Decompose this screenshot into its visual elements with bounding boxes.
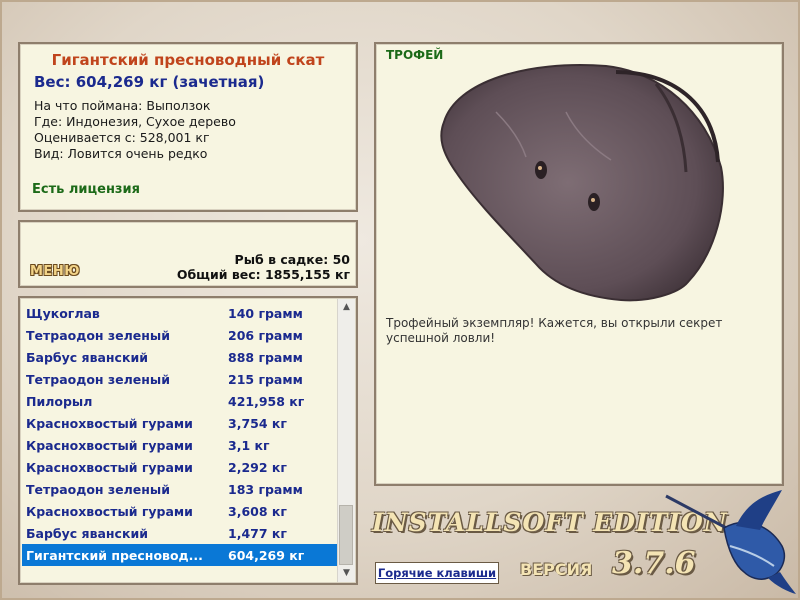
catch-item-name: Тетраодон зеленый (26, 327, 170, 343)
fish-valued: Оценивается с: 528,001 кг (34, 130, 210, 145)
catch-item-weight: 2,292 кг (228, 459, 287, 475)
menu-button[interactable]: МЕНЮ (30, 264, 80, 279)
catch-item-weight: 215 грамм (228, 371, 303, 387)
catch-list-item[interactable]: Тетраодон зеленый 206 грамм (22, 324, 340, 346)
catch-list-item[interactable]: Краснохвостый гурами 3,608 кг (22, 500, 340, 522)
catch-item-name: Краснохвостый гурами (26, 415, 193, 431)
total-weight: Общий вес: 1855,155 кг (176, 267, 350, 282)
hotkeys-button[interactable]: Горячие клавиши (375, 562, 499, 584)
catch-list-item[interactable]: Щукоглав 140 грамм (22, 302, 340, 324)
scroll-up-icon[interactable]: ▲ (338, 299, 355, 316)
catch-item-weight: 3,754 кг (228, 415, 287, 431)
license-status: Есть лицензия (32, 182, 140, 197)
fish-weight: Вес: 604,269 кг (зачетная) (34, 73, 265, 91)
catch-list-item[interactable]: Краснохвостый гурами 2,292 кг (22, 456, 340, 478)
catch-item-weight: 421,958 кг (228, 393, 305, 409)
catch-item-name: Пилорыл (26, 393, 93, 409)
catch-item-weight: 604,269 кг (228, 547, 305, 563)
stats-panel: МЕНЮ Рыб в садке: 50 Общий вес: 1855,155… (18, 220, 358, 288)
catch-list[interactable]: Щукоглав 140 грамм Тетраодон зеленый 206 гр… (22, 302, 340, 566)
trophy-description: Трофейный экземпляр! Кажется, вы открыли… (386, 316, 723, 345)
catch-list-item[interactable]: Барбус яванский 1,477 кг (22, 522, 340, 544)
catch-item-name: Краснохвостый гурами (26, 503, 193, 519)
stingray-image (440, 64, 724, 302)
catch-list-item[interactable]: Гигантский пресновод... 604,269 кг (22, 544, 340, 566)
version-label: ВЕРСИЯ (520, 560, 593, 579)
fish-info-panel: Гигантский пресноводный скат Вес: 604,26… (18, 42, 358, 212)
catch-item-name: Гигантский пресновод... (26, 547, 203, 563)
catch-list-item[interactable]: Тетраодон зеленый 183 грамм (22, 478, 340, 500)
catch-item-weight: 140 грамм (228, 305, 303, 321)
catch-item-weight: 888 грамм (228, 349, 303, 365)
fish-bait: На что поймана: Выползок (34, 98, 211, 113)
catch-list-item[interactable]: Пилорыл 421,958 кг (22, 390, 340, 412)
catch-list-scrollbar[interactable]: ▲ ▼ (337, 299, 355, 582)
catch-item-name: Краснохвостый гурами (26, 459, 193, 475)
fish-place: Где: Индонезия, Сухое дерево (34, 114, 236, 129)
fish-count: Рыб в садке: 50 (234, 252, 350, 267)
catch-item-weight: 1,477 кг (228, 525, 287, 541)
catch-item-name: Барбус яванский (26, 349, 148, 365)
fish-title: Гигантский пресноводный скат (51, 51, 325, 69)
marlin-logo-icon (665, 490, 796, 594)
catch-list-item[interactable]: Краснохвостый гурами 3,754 кг (22, 412, 340, 434)
catch-item-weight: 183 грамм (228, 481, 303, 497)
catch-item-name: Тетраодон зеленый (26, 371, 170, 387)
catch-list-panel: Щукоглав 140 грамм Тетраодон зеленый 206 гр… (18, 296, 358, 585)
catch-item-weight: 3,608 кг (228, 503, 287, 519)
fish-kind: Вид: Ловится очень редко (34, 146, 208, 161)
catch-item-name: Краснохвостый гурами (26, 437, 193, 453)
catch-item-name: Барбус яванский (26, 525, 148, 541)
scroll-down-icon[interactable]: ▼ (338, 565, 355, 582)
trophy-panel: ТРОФЕЙ Трофейный экземпляр! Кажется, вы … (374, 42, 784, 486)
catch-list-item[interactable]: Тетраодон зеленый 215 грамм (22, 368, 340, 390)
catch-list-item[interactable]: Краснохвостый гурами 3,1 кг (22, 434, 340, 456)
scroll-thumb[interactable] (339, 505, 353, 565)
catch-item-name: Щукоглав (26, 305, 100, 321)
catch-item-name: Тетраодон зеленый (26, 481, 170, 497)
catch-item-weight: 3,1 кг (228, 437, 270, 453)
catch-list-item[interactable]: Барбус яванский 888 грамм (22, 346, 340, 368)
catch-item-weight: 206 грамм (228, 327, 303, 343)
